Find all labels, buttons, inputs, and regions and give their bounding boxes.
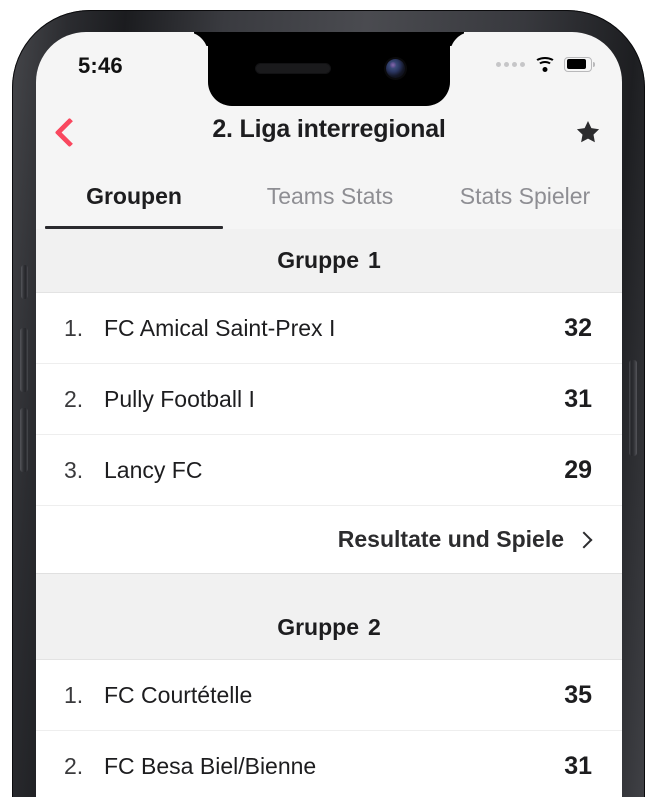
row-rank: 2. <box>64 385 84 412</box>
row-rank: 1. <box>64 681 84 708</box>
row-team-name: FC Besa Biel/Bienne <box>104 752 317 779</box>
tab-teams-stats-label: Teams Stats <box>266 183 394 209</box>
favorite-button[interactable] <box>566 110 610 154</box>
row-points: 31 <box>564 751 592 780</box>
row-team-name: Pully Football I <box>104 385 255 412</box>
navigation-bar: 2. Liga interregional <box>36 96 622 164</box>
table-row[interactable]: 1. FC Amical Saint-Prex I 32 <box>36 293 622 364</box>
group-header-number: 2 <box>367 614 381 640</box>
tab-stats-spieler[interactable]: Stats Spieler <box>428 164 622 229</box>
table-row[interactable]: 3. Lancy FC 29 <box>36 435 622 506</box>
table-row[interactable]: 2. FC Besa Biel/Bienne 31 <box>36 731 622 797</box>
tab-teams-stats[interactable]: Teams Stats <box>232 164 428 229</box>
screenshot-stage: 5:46 2. Liga interregional Groupen Teams… <box>0 0 657 797</box>
display-notch <box>208 32 450 106</box>
phone-screen: 5:46 2. Liga interregional Groupen Teams… <box>36 32 622 797</box>
chevron-right-icon <box>575 531 593 548</box>
groups-list[interactable]: Gruppe 1 1. FC Amical Saint-Prex I 32 2.… <box>36 229 622 797</box>
row-team-name: Lancy FC <box>104 456 203 483</box>
results-and-matches-label: Resultate und Spiele <box>337 526 564 552</box>
volume-up-button[interactable] <box>20 328 28 392</box>
row-rank: 3. <box>64 456 84 483</box>
tab-groupen[interactable]: Groupen <box>36 164 232 229</box>
row-points: 31 <box>564 384 592 413</box>
group-header: Gruppe 1 <box>36 229 622 293</box>
wifi-icon <box>533 56 556 72</box>
group-header-word: Gruppe <box>277 247 359 273</box>
row-points: 32 <box>564 313 592 342</box>
earpiece-speaker-icon <box>256 64 330 73</box>
page-title: 2. Liga interregional <box>212 115 446 143</box>
status-bar-indicators <box>496 56 595 72</box>
tab-stats-spieler-label: Stats Spieler <box>459 183 591 209</box>
status-bar-time: 5:46 <box>78 53 123 78</box>
row-points: 29 <box>564 455 592 484</box>
row-points: 35 <box>564 680 592 709</box>
group-header-number: 1 <box>367 247 381 273</box>
battery-full-icon <box>564 56 595 72</box>
group-header-word: Gruppe <box>277 614 359 640</box>
tab-bar: Groupen Teams Stats Stats Spieler <box>36 164 622 229</box>
volume-down-button[interactable] <box>20 408 28 472</box>
table-row[interactable]: 2. Pully Football I 31 <box>36 364 622 435</box>
row-rank: 1. <box>64 314 84 341</box>
results-and-matches-link[interactable]: Resultate und Spiele <box>36 506 622 574</box>
star-filled-icon <box>576 121 600 143</box>
tab-groupen-label: Groupen <box>86 183 182 209</box>
row-rank: 2. <box>64 752 84 779</box>
row-team-name: FC Courtételle <box>104 681 253 708</box>
table-row[interactable]: 1. FC Courtételle 35 <box>36 660 622 731</box>
group-header: Gruppe 2 <box>36 596 622 660</box>
mute-switch[interactable] <box>21 265 28 299</box>
signal-dots-icon <box>496 61 525 67</box>
power-button[interactable] <box>629 360 637 456</box>
front-camera-icon <box>386 59 405 78</box>
row-team-name: FC Amical Saint-Prex I <box>104 314 336 341</box>
section-separator <box>36 574 622 596</box>
